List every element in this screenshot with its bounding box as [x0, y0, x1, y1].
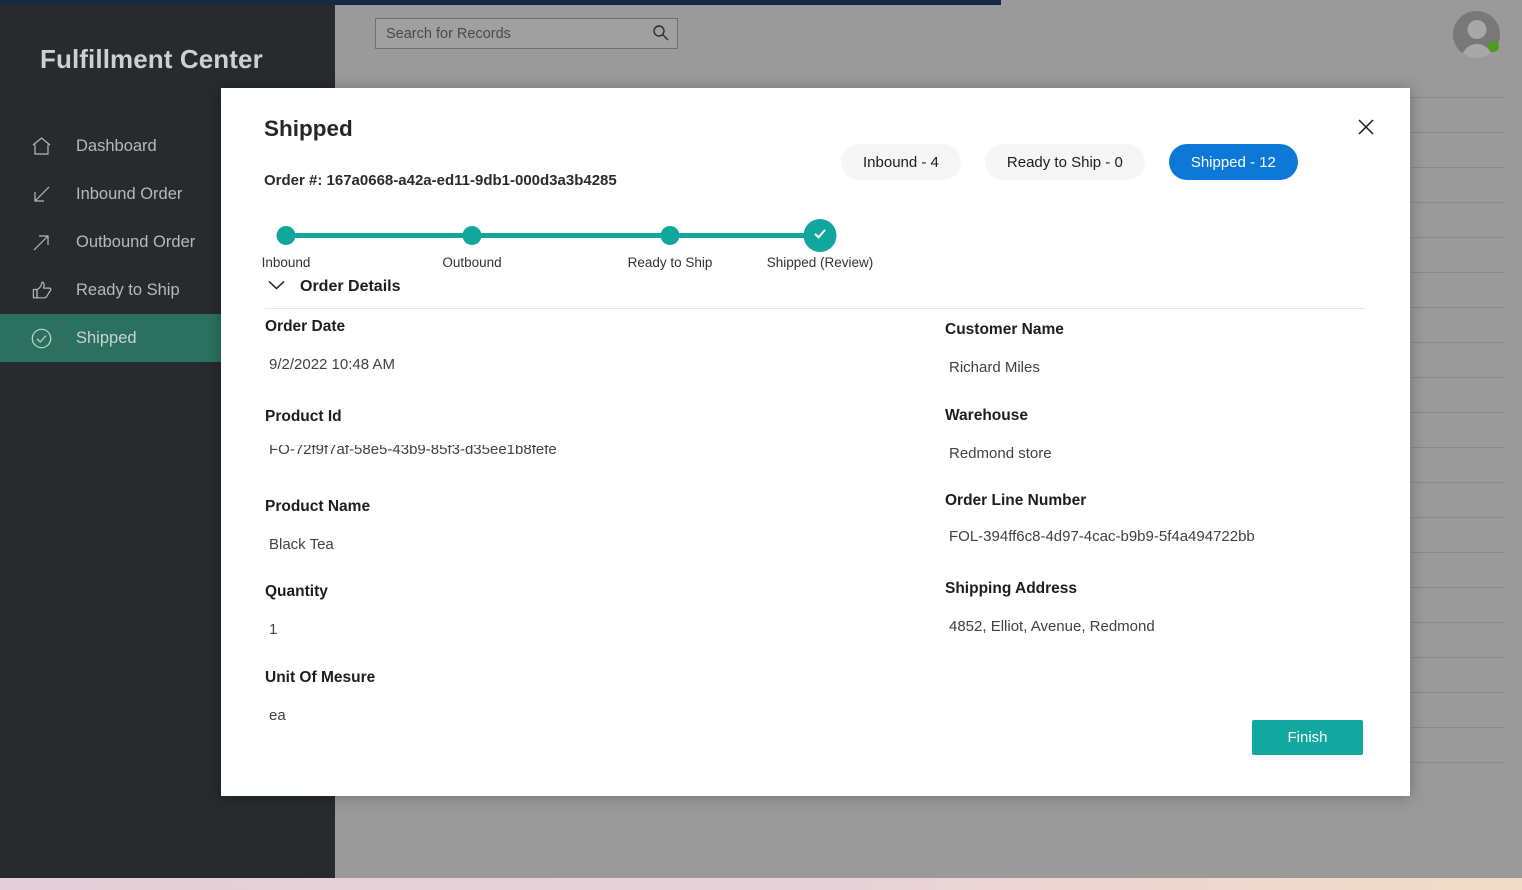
tab-inbound[interactable]: Inbound - 4 — [841, 144, 961, 180]
field-warehouse: Warehouse Redmond store — [945, 407, 1375, 463]
search-box[interactable] — [375, 18, 678, 49]
field-label: Order Date — [265, 318, 346, 335]
step-label: Outbound — [442, 255, 502, 270]
order-details-section-toggle[interactable]: Order Details — [267, 278, 400, 296]
stepper-step-shipped-review[interactable]: Shipped (Review) — [767, 218, 873, 270]
sidebar-item-label: Ready to Ship — [76, 280, 180, 299]
tab-shipped[interactable]: Shipped - 12 — [1168, 144, 1298, 180]
step-label: Inbound — [261, 255, 311, 270]
field-label: Order Line Number — [945, 492, 1087, 510]
avatar-head — [1467, 20, 1486, 39]
order-progress-stepper: Inbound Outbound Ready to Ship Shipped (… — [262, 218, 873, 280]
step-dot-current — [803, 219, 837, 252]
field-value: 9/2/2022 10:48 AM — [269, 356, 395, 374]
field-value: Redmond store — [949, 444, 1052, 462]
field-label: Customer Name — [945, 321, 1064, 338]
app-brand-title: Fulfillment Center — [40, 44, 263, 74]
step-dot — [462, 226, 482, 245]
close-icon — [1356, 117, 1376, 140]
field-value: 1 — [269, 621, 278, 639]
field-unit-of-measure: Unit Of Mesure ea — [265, 669, 945, 725]
app-root: Fulfillment Center Dashboard Inbound Ord… — [0, 0, 1522, 890]
sidebar-item-label: Outbound Order — [76, 232, 196, 251]
field-value: Black Tea — [269, 535, 334, 553]
sidebar-item-label: Shipped — [76, 328, 137, 347]
top-accent-strip — [0, 0, 1001, 5]
stepper-step-inbound[interactable]: Inbound — [262, 218, 310, 270]
field-value: 4852, Elliot, Avenue, Redmond — [949, 617, 1155, 635]
search-icon — [652, 24, 669, 44]
presence-status-dot — [1488, 41, 1499, 52]
chevron-down-icon — [267, 278, 286, 296]
step-label: Ready to Ship — [627, 255, 713, 270]
check-icon — [812, 225, 829, 247]
sidebar-item-label: Inbound Order — [76, 184, 183, 203]
sidebar-item-label: Dashboard — [76, 136, 157, 155]
top-header-bar — [335, 5, 1522, 63]
arrow-up-right-icon — [26, 230, 56, 254]
stepper-track — [277, 233, 811, 238]
field-value-clip: FO-72f9f7af-58e5-43b9-85f3-d35ee1b8fefe — [265, 445, 945, 464]
order-number: Order #: 167a0668-a42a-ed11-9db1-000d3a3… — [264, 172, 617, 189]
sidebar-item-outbound-order[interactable]: Outbound Order — [0, 218, 224, 266]
field-value: FOL-394ff6c8-4d97-4cac-b9b9-5f4a494722bb — [949, 528, 1255, 546]
arrow-down-left-icon — [26, 182, 56, 206]
field-label: Product Id — [265, 407, 342, 425]
avatar[interactable] — [1453, 11, 1500, 58]
status-tabs: Inbound - 4 Ready to Ship - 0 Shipped - … — [841, 144, 1298, 180]
stepper-step-ready-to-ship[interactable]: Ready to Ship — [628, 218, 712, 270]
stepper-step-outbound[interactable]: Outbound — [442, 218, 502, 270]
field-label: Quantity — [265, 583, 328, 601]
modal-title: Shipped — [264, 116, 353, 141]
field-order-date: Order Date 9/2/2022 10:48 AM — [265, 318, 945, 374]
sidebar-item-shipped[interactable]: Shipped — [0, 314, 224, 362]
field-order-line-number: Order Line Number FOL-394ff6c8-4d97-4cac… — [945, 492, 1375, 546]
field-quantity: Quantity 1 — [265, 583, 945, 639]
order-details-body: Order Date 9/2/2022 10:48 AM Product Id … — [265, 318, 1375, 728]
step-dot — [276, 226, 296, 245]
order-details-right-column: Customer Name Richard Miles Warehouse Re… — [945, 318, 1375, 728]
shipped-order-modal: Shipped Order #: 167a0668-a42a-ed11-9db1… — [221, 88, 1410, 796]
field-value: FO-72f9f7af-58e5-43b9-85f3-d35ee1b8fefe — [269, 444, 557, 458]
field-label: Product Name — [265, 497, 371, 515]
thumbs-up-icon — [26, 278, 56, 302]
search-input[interactable] — [376, 25, 643, 42]
sidebar-item-inbound-order[interactable]: Inbound Order — [0, 170, 224, 218]
check-circle-icon — [26, 326, 56, 350]
field-label: Unit Of Mesure — [265, 668, 376, 686]
section-divider — [265, 308, 1365, 309]
field-label: Warehouse — [945, 406, 1028, 424]
field-product-name: Product Name Black Tea — [265, 498, 945, 554]
finish-button[interactable]: Finish — [1252, 720, 1363, 755]
sidebar-item-ready-to-ship[interactable]: Ready to Ship — [0, 266, 224, 314]
field-product-id: Product Id FO-72f9f7af-58e5-43b9-85f3-d3… — [265, 408, 945, 464]
field-shipping-address: Shipping Address 4852, Elliot, Avenue, R… — [945, 580, 1375, 636]
bottom-desktop-strip — [0, 878, 1522, 890]
field-customer-name: Customer Name Richard Miles — [945, 321, 1375, 377]
close-button[interactable] — [1350, 112, 1382, 144]
field-value: Richard Miles — [949, 359, 1040, 377]
home-icon — [26, 134, 56, 158]
step-label: Shipped (Review) — [766, 255, 874, 270]
field-value: ea — [269, 706, 286, 724]
field-label: Shipping Address — [945, 579, 1078, 597]
tab-ready-to-ship[interactable]: Ready to Ship - 0 — [984, 144, 1145, 180]
order-details-title: Order Details — [300, 278, 401, 295]
sidebar-item-dashboard[interactable]: Dashboard — [0, 122, 224, 170]
order-details-left-column: Order Date 9/2/2022 10:48 AM Product Id … — [265, 318, 945, 728]
search-button[interactable] — [643, 19, 677, 48]
step-dot — [660, 226, 680, 245]
